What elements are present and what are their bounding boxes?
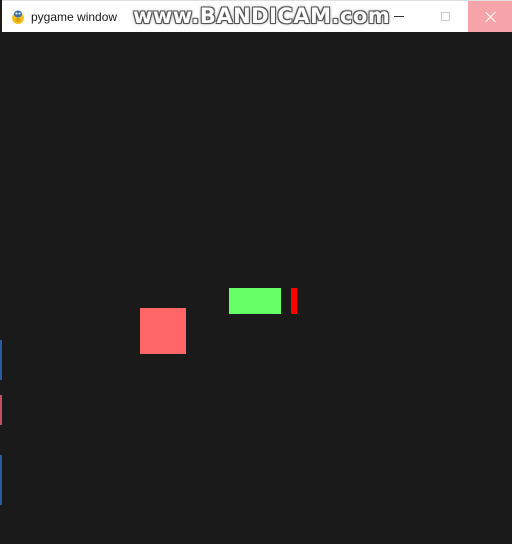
bandicam-watermark: www.BANDICAM.com bbox=[133, 4, 391, 28]
player-paddle bbox=[229, 288, 281, 314]
close-button[interactable] bbox=[468, 1, 512, 32]
maximize-icon bbox=[440, 12, 450, 21]
bullet bbox=[291, 288, 297, 314]
minimize-icon bbox=[394, 16, 404, 17]
enemy-square bbox=[140, 308, 186, 354]
game-canvas[interactable] bbox=[2, 32, 512, 544]
close-icon bbox=[485, 11, 497, 23]
maximize-button[interactable] bbox=[422, 1, 468, 32]
pygame-window: pygame window www.BANDICAM.com bbox=[2, 0, 512, 544]
minimize-button[interactable] bbox=[376, 1, 422, 32]
window-title: pygame window bbox=[31, 10, 118, 24]
title-bar[interactable]: pygame window www.BANDICAM.com bbox=[2, 0, 512, 32]
pygame-snake-icon bbox=[12, 10, 24, 24]
